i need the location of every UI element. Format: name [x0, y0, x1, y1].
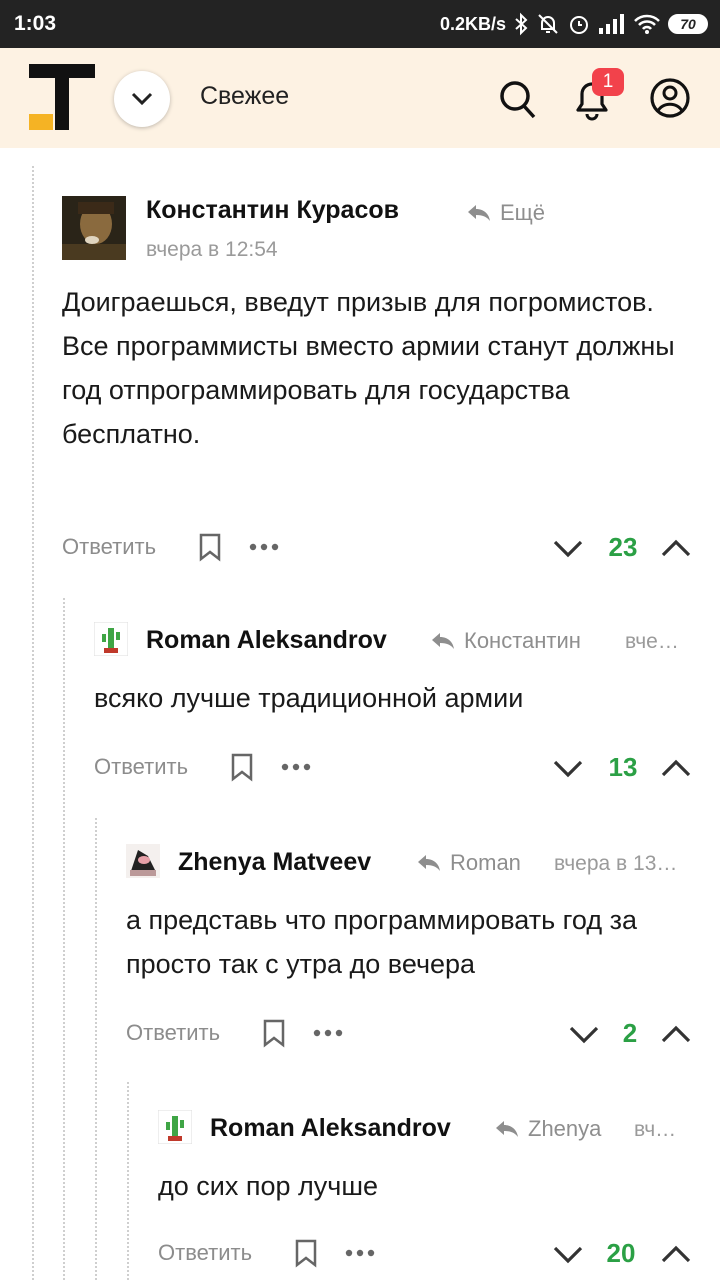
reply-to-link[interactable]: Zhenya — [494, 1116, 601, 1142]
more-options-icon[interactable] — [248, 532, 282, 562]
comment: Константин Курасов Ещё вчера в 12:54 Дои… — [62, 192, 702, 572]
network-speed: 0.2KB/s — [439, 13, 506, 34]
chevron-down-icon — [131, 92, 153, 106]
reply-arrow-icon — [432, 633, 454, 649]
comment-actions: Ответить 13 — [94, 750, 694, 790]
vote-up-icon[interactable] — [660, 1238, 692, 1270]
bookmark-icon[interactable] — [262, 1018, 286, 1048]
more-options-icon[interactable] — [280, 752, 314, 782]
thread-line — [127, 1082, 129, 1280]
thread-line — [95, 818, 97, 1280]
status-time: 1:03 — [14, 12, 57, 35]
vote-up-icon[interactable] — [660, 752, 692, 784]
reply-to-link[interactable]: Roman — [416, 850, 521, 876]
comment-text: до сих пор лучше — [158, 1171, 379, 1201]
reply-to-link[interactable]: Константин — [430, 628, 581, 654]
comment-author[interactable]: Константин Курасов — [146, 196, 399, 225]
comment-time: вчера в 13… — [554, 852, 678, 875]
reply-arrow-icon — [468, 205, 490, 221]
reply-button[interactable]: Ответить — [94, 754, 188, 780]
vote-down-icon[interactable] — [568, 1018, 600, 1050]
reply-to-name: Константин — [464, 628, 581, 653]
reply-to-name: Ещё — [500, 200, 546, 225]
comment-author[interactable]: Roman Aleksandrov — [210, 1114, 451, 1143]
reply-to-name: Roman — [450, 850, 521, 875]
signal-icon — [599, 14, 624, 34]
comment: Roman Aleksandrov Zhenya вч… до сих пор … — [158, 1108, 702, 1280]
comment-time: вче… — [625, 630, 679, 653]
comment-actions: Ответить 2 — [126, 1016, 696, 1056]
notification-badge: 1 — [592, 68, 624, 96]
more-options-icon[interactable] — [344, 1238, 378, 1268]
avatar[interactable] — [158, 1110, 192, 1144]
vote-up-icon[interactable] — [660, 1018, 692, 1050]
comment-author[interactable]: Zhenya Matveev — [178, 848, 371, 877]
comment-actions: Ответить 20 — [158, 1236, 698, 1276]
search-icon[interactable] — [496, 74, 540, 122]
thread-line — [32, 166, 34, 1280]
comment-author[interactable]: Roman Aleksandrov — [146, 626, 387, 655]
vote-down-icon[interactable] — [552, 532, 584, 564]
comment-score: 20 — [606, 1238, 636, 1268]
feed-dropdown-button[interactable] — [114, 71, 170, 127]
battery-icon: 70 — [668, 14, 708, 34]
avatar[interactable] — [126, 844, 160, 878]
bookmark-icon[interactable] — [294, 1238, 318, 1268]
bell-muted-icon — [538, 14, 558, 34]
feed-title[interactable]: Свежее — [200, 82, 289, 111]
more-options-icon[interactable] — [312, 1018, 346, 1048]
vote-down-icon[interactable] — [552, 1238, 584, 1270]
bookmark-icon[interactable] — [198, 532, 222, 562]
vote-down-icon[interactable] — [552, 752, 584, 784]
comment: Zhenya Matveev Roman вчера в 13… а предс… — [126, 842, 702, 1062]
alarm-icon — [570, 16, 588, 34]
comment-time: вч… — [634, 1118, 677, 1141]
comment: Roman Aleksandrov Константин вче… всяко … — [94, 620, 702, 790]
reply-button[interactable]: Ответить — [126, 1020, 220, 1046]
comment-actions: Ответить 23 — [62, 530, 694, 570]
comment-text: всяко лучше традиционной армии — [94, 683, 524, 713]
comment-text: Доиграешься, введут призыв для погромист… — [62, 287, 675, 449]
comment-score: 13 — [608, 752, 638, 782]
reply-button[interactable]: Ответить — [62, 534, 156, 560]
reply-button[interactable]: Ответить — [158, 1240, 252, 1266]
comment-time: вчера в 12:54 — [146, 238, 278, 261]
reply-to-link[interactable]: Ещё — [466, 200, 545, 226]
avatar[interactable] — [62, 196, 126, 260]
reply-to-name: Zhenya — [528, 1116, 602, 1141]
avatar[interactable] — [94, 622, 128, 656]
status-bar: 1:03 0.2KB/s 70 — [0, 0, 720, 48]
reply-arrow-icon — [496, 1121, 518, 1137]
bookmark-icon[interactable] — [230, 752, 254, 782]
thread-line — [63, 598, 65, 1280]
comment-text: а представь что программировать год за п… — [126, 905, 637, 979]
reply-arrow-icon — [418, 855, 440, 871]
comment-score: 2 — [622, 1018, 638, 1048]
wifi-icon — [634, 14, 660, 34]
tj-logo[interactable] — [29, 64, 95, 130]
bluetooth-icon — [515, 12, 528, 36]
profile-icon[interactable] — [648, 74, 692, 122]
comment-score: 23 — [608, 532, 638, 562]
vote-up-icon[interactable] — [660, 532, 692, 564]
